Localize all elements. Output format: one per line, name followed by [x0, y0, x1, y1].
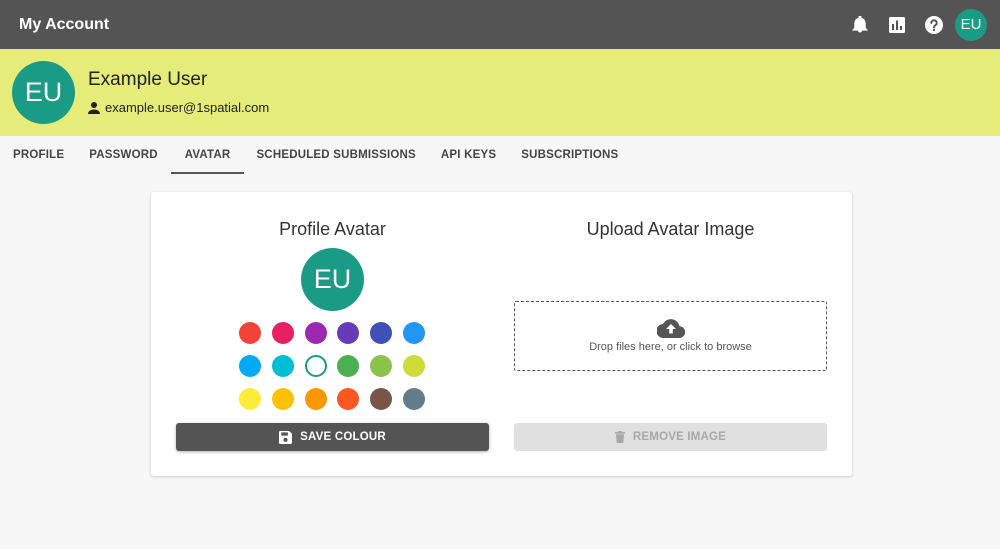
user-avatar-button[interactable]: EU [955, 8, 987, 41]
tab-avatar[interactable]: AVATAR [170, 136, 245, 174]
save-colour-button[interactable]: SAVE COLOUR [176, 423, 489, 451]
tab-profile[interactable]: PROFILE [13, 136, 64, 174]
colour-swatch[interactable] [304, 355, 327, 377]
profile-avatar-title: Profile Avatar [279, 219, 386, 239]
person-icon [88, 101, 100, 114]
colour-swatch[interactable] [271, 322, 294, 344]
colour-swatch[interactable] [239, 322, 261, 344]
colour-swatch[interactable] [239, 355, 261, 377]
colour-swatch[interactable] [402, 322, 425, 344]
user-email-row: example.user@1spatial.com [88, 100, 269, 115]
topbar-actions: EU [841, 6, 987, 43]
avatar-card: Profile Avatar EU SAVE COLOUR Upload Ava… [151, 192, 852, 476]
reports-button[interactable] [878, 6, 915, 43]
cloud-upload-icon [656, 319, 685, 338]
colour-swatch[interactable] [271, 355, 294, 377]
save-icon [279, 430, 293, 444]
colour-swatch[interactable] [337, 322, 360, 344]
tab-api-keys[interactable]: API KEYS [441, 136, 496, 174]
user-name: Example User [88, 69, 208, 90]
colour-swatch[interactable] [402, 388, 425, 410]
colour-swatches [239, 322, 427, 410]
colour-swatch[interactable] [304, 388, 327, 410]
chart-icon [888, 16, 905, 33]
avatar-preview: EU [301, 248, 364, 311]
remove-image-button[interactable]: REMOVE IMAGE [514, 423, 827, 451]
tab-subscriptions[interactable]: SUBSCRIPTIONS [521, 136, 618, 174]
colour-swatch[interactable] [239, 388, 261, 410]
tab-password[interactable]: PASSWORD [89, 136, 157, 174]
top-app-bar: My Account EU [0, 0, 1000, 49]
bell-icon [851, 16, 868, 33]
remove-image-label: REMOVE IMAGE [632, 431, 727, 443]
help-icon [924, 15, 943, 34]
trash-icon [614, 431, 625, 443]
help-button[interactable] [915, 6, 952, 43]
colour-swatch[interactable] [271, 388, 294, 410]
file-dropzone[interactable]: Drop files here, or click to browse [514, 301, 827, 371]
colour-swatch[interactable] [370, 388, 393, 410]
colour-swatch[interactable] [304, 322, 327, 344]
user-email: example.user@1spatial.com [105, 100, 270, 115]
colour-swatch[interactable] [337, 388, 360, 410]
colour-swatch[interactable] [402, 355, 425, 377]
colour-swatch[interactable] [337, 355, 360, 377]
colour-swatch[interactable] [370, 355, 393, 377]
account-tabs: PROFILE PASSWORD AVATAR SCHEDULED SUBMIS… [0, 136, 1000, 174]
save-colour-label: SAVE COLOUR [300, 431, 386, 443]
colour-swatch[interactable] [370, 322, 393, 344]
app-title: My Account [19, 15, 110, 33]
upload-avatar-title: Upload Avatar Image [586, 219, 755, 239]
avatar: EU [12, 61, 75, 124]
dropzone-text: Drop files here, or click to browse [589, 341, 752, 353]
profile-header: EU Example User example.user@1spatial.co… [0, 49, 1000, 136]
tab-scheduled-submissions[interactable]: SCHEDULED SUBMISSIONS [256, 136, 415, 174]
notifications-button[interactable] [841, 6, 878, 43]
